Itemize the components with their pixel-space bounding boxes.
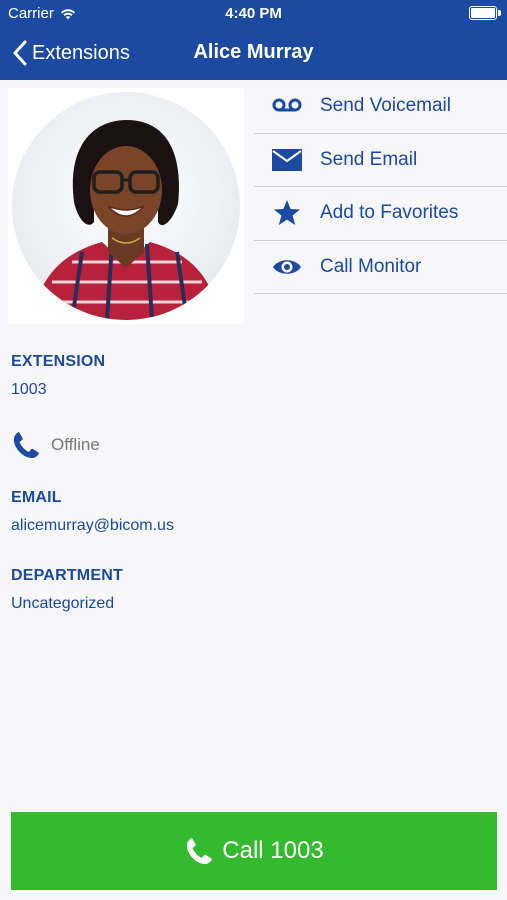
phone-icon (13, 432, 39, 459)
send-email-button[interactable]: Send Email (254, 134, 507, 187)
star-icon (274, 200, 300, 226)
avatar (12, 92, 240, 320)
action-list: Send Voicemail Send Email Add to Favorit… (254, 80, 507, 294)
department-section: DEPARTMENT Uncategorized (11, 567, 123, 613)
department-value: Uncategorized (11, 595, 115, 612)
envelope-icon (272, 148, 302, 171)
contact-photo (8, 88, 244, 324)
phone-icon (187, 838, 213, 865)
status-bar: Carrier 4:40 PM (0, 0, 507, 28)
call-button[interactable]: Call 1003 (11, 812, 497, 890)
voicemail-icon (272, 98, 302, 112)
email-section: EMAIL alicemurray@bicom.us (11, 489, 174, 535)
eye-icon (273, 260, 301, 274)
presence-label: Offline (51, 435, 100, 454)
call-monitor-label: Call Monitor (320, 255, 422, 277)
send-voicemail-label: Send Voicemail (320, 95, 451, 117)
call-button-label: Call 1003 (222, 837, 324, 864)
add-to-favorites-button[interactable]: Add to Favorites (254, 187, 507, 241)
department-heading: DEPARTMENT (11, 567, 123, 584)
avatar-illustration (32, 120, 220, 320)
email-heading: EMAIL (11, 489, 62, 506)
send-email-label: Send Email (320, 148, 418, 170)
call-monitor-button[interactable]: Call Monitor (254, 241, 507, 294)
navigation-bar: Extensions Alice Murray (0, 28, 507, 80)
email-value[interactable]: alicemurray@bicom.us (11, 517, 174, 535)
presence-status: Offline (11, 430, 100, 460)
clock: 4:40 PM (225, 5, 282, 22)
battery-icon (469, 6, 501, 20)
add-to-favorites-label: Add to Favorites (320, 202, 459, 224)
extension-value: 1003 (11, 381, 47, 398)
send-voicemail-button[interactable]: Send Voicemail (254, 80, 507, 134)
extension-section: EXTENSION 1003 (11, 353, 105, 399)
extension-heading: EXTENSION (11, 353, 106, 370)
page-title: Alice Murray (193, 41, 314, 63)
